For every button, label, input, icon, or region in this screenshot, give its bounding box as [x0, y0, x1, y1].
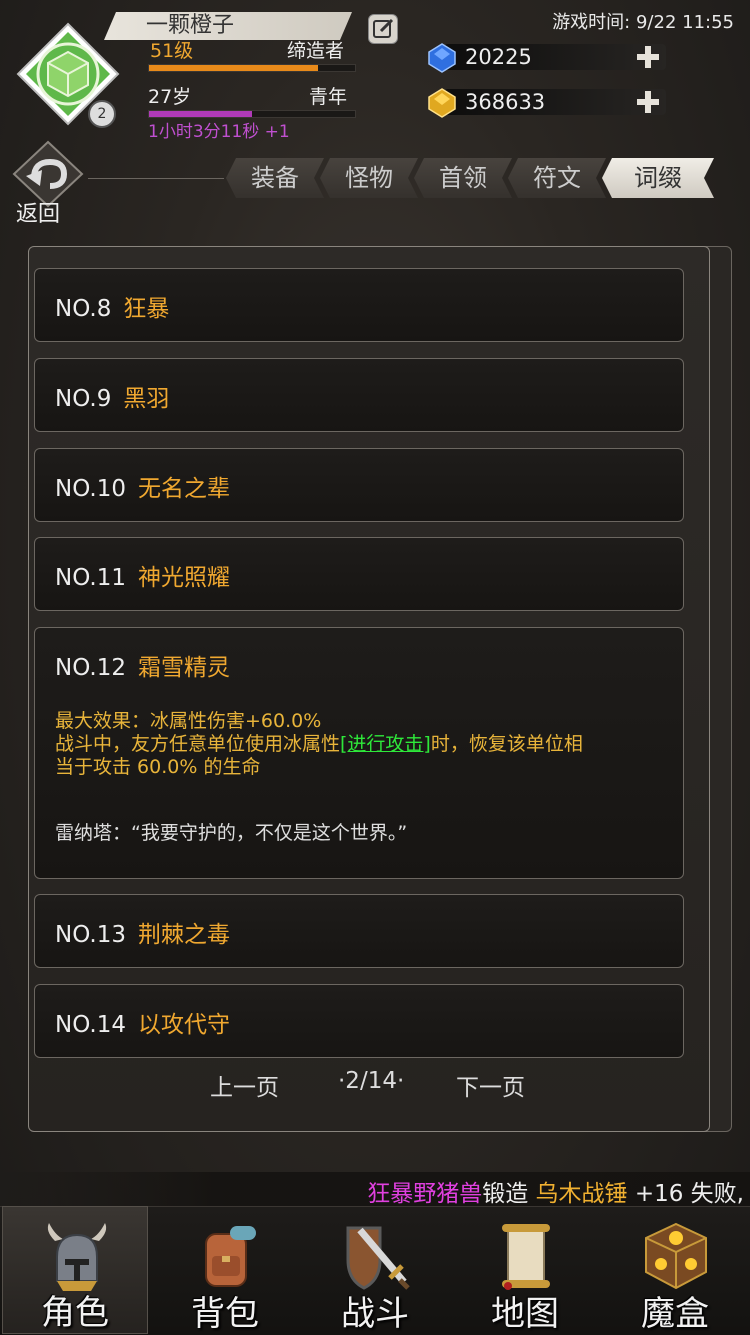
edit-name-button[interactable] — [368, 14, 398, 44]
game-time: 游戏时间: 9/22 11:55 — [552, 12, 734, 33]
effect-text: 时，恢复该单位相 — [430, 733, 583, 755]
edit-icon — [373, 18, 394, 38]
entry-name: 无名之辈 — [137, 476, 230, 502]
entry-name: 狂暴 — [123, 296, 170, 322]
ticker-result: +16 失败, — [634, 1181, 744, 1207]
tab-equipment[interactable]: 装备 — [226, 158, 324, 198]
sword-shield-icon — [346, 1226, 410, 1290]
effect-text: 战斗中，友方任意单位使用冰属性 — [55, 733, 341, 755]
helmet-icon — [47, 1223, 107, 1291]
ticker-action: 锻造 — [482, 1181, 529, 1207]
tab-bosses[interactable]: 首领 — [414, 158, 512, 198]
affix-entry[interactable]: NO.8 狂暴 — [34, 268, 684, 342]
blue-gem-icon — [428, 43, 456, 73]
entry-number: NO.10 — [55, 476, 126, 502]
affix-entry[interactable]: NO.13 荆棘之毒 — [34, 894, 684, 968]
nav-map[interactable]: 地图 — [452, 1206, 598, 1334]
player-name: 一颗橙子 — [146, 13, 235, 38]
page-indicator: ·2/14· — [338, 1068, 405, 1094]
backpack-icon — [205, 1226, 256, 1287]
nav-magic-box[interactable]: 魔盒 — [602, 1206, 748, 1334]
nav-label: 背包 — [191, 1294, 259, 1334]
nav-label: 战斗 — [341, 1294, 409, 1334]
affix-quote: 雷纳塔：“我要守护的，不仅是这个世界。” — [55, 822, 408, 844]
entry-name: 荆棘之毒 — [137, 922, 230, 948]
affix-entry[interactable]: NO.11 神光照耀 — [34, 537, 684, 611]
plus-icon — [637, 46, 659, 68]
plus-icon — [637, 91, 659, 113]
attack-keyword-link[interactable]: [进行攻击] — [340, 733, 431, 755]
avatar-level-badge: 2 — [88, 100, 116, 128]
add-gold-button[interactable] — [636, 90, 660, 114]
nav-backpack[interactable]: 背包 — [152, 1206, 298, 1334]
ticker-item: 乌木战锤 — [535, 1181, 628, 1207]
tabs-divider — [88, 178, 224, 179]
gold-gem-icon — [428, 88, 456, 118]
age-stage-label: 青年 — [309, 86, 348, 108]
level-label: 51级 — [150, 40, 194, 62]
ticker-monster: 狂暴野猪兽 — [367, 1181, 483, 1207]
nav-label: 魔盒 — [641, 1294, 709, 1334]
entry-number: NO.13 — [55, 922, 126, 948]
age-timer: 1小时3分11秒 +1 — [148, 122, 290, 142]
diamond-count: 20225 — [465, 45, 532, 69]
entry-name: 霜雪精灵 — [137, 655, 230, 681]
tab-monsters[interactable]: 怪物 — [320, 158, 418, 198]
entry-number: NO.14 — [55, 1012, 126, 1038]
gold-count: 368633 — [465, 90, 546, 114]
affix-entry[interactable]: NO.14 以攻代守 — [34, 984, 684, 1058]
level-progress-fill — [149, 65, 318, 71]
entry-name: 神光照耀 — [137, 565, 230, 591]
add-diamond-button[interactable] — [636, 45, 660, 69]
magic-box-icon — [645, 1222, 707, 1290]
tab-runes[interactable]: 符文 — [508, 158, 606, 198]
nav-label: 地图 — [491, 1294, 559, 1334]
entry-number: NO.8 — [55, 296, 112, 322]
affix-entry[interactable]: NO.10 无名之辈 — [34, 448, 684, 522]
effect-text: 当于攻击 60.0% 的生命 — [55, 756, 261, 778]
effect-max: 最大效果：冰属性伤害+60.0% — [55, 710, 322, 732]
nav-label: 角色 — [41, 1293, 109, 1333]
entry-number: NO.12 — [55, 655, 126, 681]
level-progress-bar — [148, 64, 356, 72]
affix-entry-expanded[interactable]: NO.12 霜雪精灵 最大效果：冰属性伤害+60.0% 战斗中，友方任意单位使用冰… — [34, 627, 684, 879]
entry-number: NO.11 — [55, 565, 126, 591]
nav-character[interactable]: 角色 — [2, 1206, 148, 1334]
back-label: 返回 — [16, 202, 61, 227]
entry-name: 以攻代守 — [137, 1012, 230, 1038]
affix-entry[interactable]: NO.9 黑羽 — [34, 358, 684, 432]
title-label: 缔造者 — [287, 40, 345, 62]
scroll-map-icon — [502, 1224, 550, 1290]
affix-effect-description: 最大效果：冰属性伤害+60.0% 战斗中，友方任意单位使用冰属性[进行攻击]时，… — [55, 710, 675, 779]
age-label: 27岁 — [148, 86, 192, 108]
nav-battle[interactable]: 战斗 — [302, 1206, 448, 1334]
entry-number: NO.9 — [55, 386, 112, 412]
ticker-message: 狂暴野猪兽锻造 乌木战锤 +16 失败, — [367, 1174, 744, 1208]
prev-page-button[interactable]: 上一页 — [210, 1068, 279, 1102]
tab-affixes[interactable]: 词缀 — [602, 158, 714, 198]
next-page-button[interactable]: 下一页 — [456, 1068, 525, 1102]
entry-name: 黑羽 — [123, 386, 170, 412]
